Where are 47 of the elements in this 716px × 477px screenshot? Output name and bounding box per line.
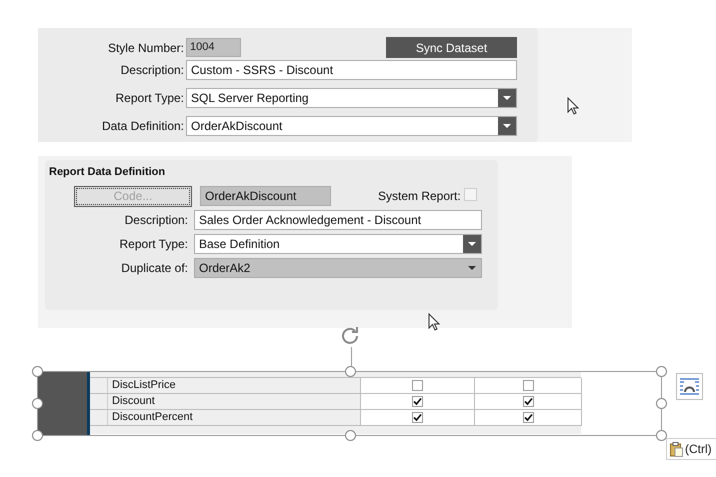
checkbox[interactable]	[412, 380, 423, 391]
field-label: Style Number:	[106, 40, 185, 56]
checkbox[interactable]	[412, 412, 423, 423]
column-stripe	[87, 372, 90, 435]
field-label: Data Definition:	[100, 118, 185, 135]
resize-handle[interactable]	[345, 366, 356, 377]
dark-column	[38, 372, 87, 435]
text-field[interactable]: Custom - SSRS - Discount	[186, 60, 517, 80]
field-label: Description:	[124, 212, 189, 228]
resize-handle[interactable]	[656, 366, 667, 377]
dropdown-field[interactable]: SQL Server Reporting	[186, 88, 517, 108]
resize-handle[interactable]	[656, 430, 667, 441]
dropdown-field[interactable]: OrderAk2	[194, 258, 482, 278]
checkbox[interactable]	[412, 396, 423, 407]
checkbox[interactable]	[522, 412, 534, 423]
resize-handle[interactable]	[32, 430, 43, 441]
resize-handle[interactable]	[32, 398, 43, 409]
resize-handle[interactable]	[345, 430, 356, 441]
system-report-checkbox[interactable]	[464, 188, 477, 200]
rotate-handle-icon[interactable]	[339, 325, 361, 347]
field-label: Duplicate of:	[120, 260, 189, 276]
paste-options-button[interactable]: (Ctrl)	[666, 438, 716, 460]
code-value-field: OrderAkDiscount	[200, 186, 331, 206]
clipboard-icon	[670, 442, 683, 456]
table-cell: Discount	[108, 394, 361, 409]
sync-dataset-button[interactable]: Sync Dataset	[386, 37, 517, 58]
field-label: System Report:	[378, 188, 461, 205]
resize-handle[interactable]	[32, 366, 43, 377]
checkbox[interactable]	[522, 396, 534, 407]
field-label: Description:	[120, 62, 185, 79]
section-title: Report Data Definition	[49, 165, 166, 180]
text-wrap-icon	[680, 378, 699, 395]
table-cell: DiscListPrice	[108, 378, 361, 393]
layout-options-button[interactable]	[676, 373, 703, 400]
row-header-cell	[90, 410, 108, 425]
field-label: Report Type:	[114, 90, 185, 107]
checkbox[interactable]	[522, 380, 534, 391]
row-header-cell	[90, 378, 108, 393]
dropdown-field[interactable]: Base Definition	[194, 234, 482, 254]
dropdown-field[interactable]: OrderAkDiscount	[186, 116, 517, 136]
resize-handle[interactable]	[656, 398, 667, 409]
table-cell: DiscountPercent	[108, 410, 361, 425]
text-field[interactable]: Sales Order Acknowledgement - Discount	[194, 210, 482, 230]
mouse-pointer-icon	[567, 97, 579, 115]
field-label: Report Type:	[118, 236, 189, 252]
row-header-cell	[90, 394, 108, 409]
style-number-field: 1004	[186, 38, 241, 57]
